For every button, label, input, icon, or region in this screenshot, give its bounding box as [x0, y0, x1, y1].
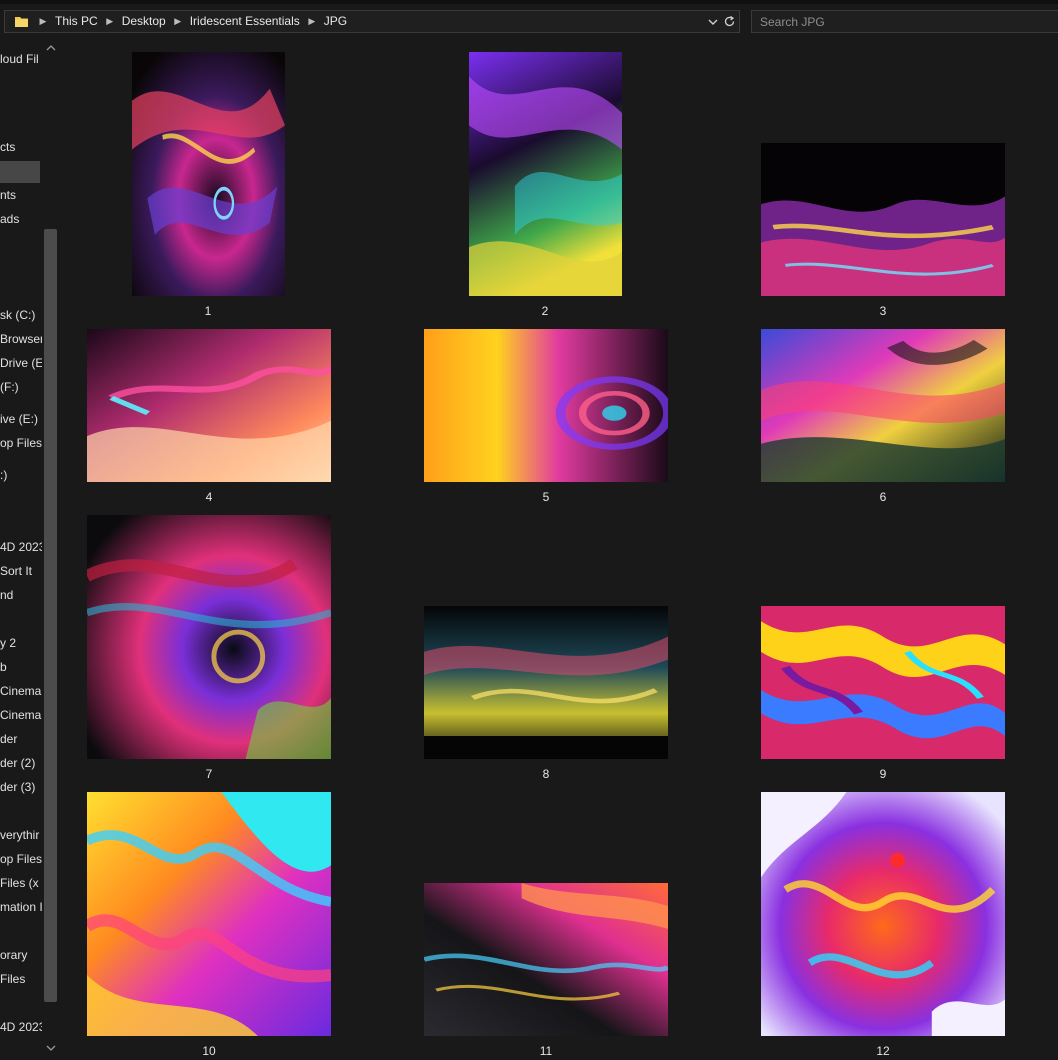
chevron-down-icon[interactable]: [707, 16, 719, 28]
file-name: 1: [204, 304, 212, 318]
file-tile[interactable]: 8: [424, 606, 668, 781]
image-thumbnail[interactable]: [761, 143, 1005, 296]
image-thumbnail[interactable]: [87, 329, 331, 482]
nav-item-folder[interactable]: der: [0, 728, 17, 750]
file-name: 7: [205, 767, 213, 781]
scroll-up-arrow-icon[interactable]: [46, 44, 56, 52]
file-tile[interactable]: 1: [132, 52, 285, 318]
nav-item-desktop-files-2[interactable]: op Files: [0, 848, 42, 870]
file-name: 6: [879, 490, 887, 504]
file-tile[interactable]: 7: [87, 515, 331, 781]
nav-item-animation[interactable]: mation I: [0, 896, 43, 918]
nav-item-drive-f[interactable]: (F:): [0, 376, 19, 398]
file-name: 12: [876, 1044, 890, 1058]
nav-item-local-disk-c[interactable]: sk (C:): [0, 304, 35, 326]
search-box[interactable]: [751, 10, 1058, 33]
nav-item-c4d-2023[interactable]: 4D 2023: [0, 536, 45, 558]
nav-item-folder-2[interactable]: der (2): [0, 752, 35, 774]
scrollbar-thumb[interactable]: [44, 229, 57, 1002]
nav-scrollbar[interactable]: [42, 40, 59, 1060]
breadcrumb: ▶ This PC ▶ Desktop ▶ Iridescent Essenti…: [37, 11, 353, 32]
scroll-down-arrow-icon[interactable]: [46, 1044, 56, 1052]
nav-item-onedrive[interactable]: loud Fil: [0, 48, 39, 70]
navigation-pane: loud Fil cts nts ads sk (C:) Browser Dri…: [0, 40, 59, 1060]
file-name: 2: [541, 304, 549, 318]
file-tile[interactable]: 5: [424, 329, 668, 504]
breadcrumb-jpg[interactable]: JPG: [318, 11, 353, 32]
nav-item-objects[interactable]: cts: [0, 136, 15, 158]
nav-item-browser[interactable]: Browser: [0, 328, 44, 350]
file-tile[interactable]: 4: [87, 329, 331, 504]
nav-item-documents[interactable]: nts: [0, 184, 16, 206]
file-name: 5: [542, 490, 550, 504]
file-name: 8: [542, 767, 550, 781]
file-name: 11: [539, 1044, 553, 1058]
title-strip: [0, 0, 1058, 4]
address-bar[interactable]: ▶ This PC ▶ Desktop ▶ Iridescent Essenti…: [4, 10, 740, 33]
refresh-icon[interactable]: [723, 15, 736, 28]
nav-item-drive-e-2[interactable]: ive (E:): [0, 408, 38, 430]
nav-item-everything[interactable]: verythir: [0, 824, 39, 846]
image-thumbnail[interactable]: [761, 792, 1005, 1036]
file-tile[interactable]: 2: [469, 52, 622, 318]
breadcrumb-this-pc[interactable]: This PC: [49, 11, 104, 32]
file-tile[interactable]: 11: [424, 883, 668, 1058]
image-thumbnail[interactable]: [469, 52, 622, 296]
chevron-right-icon[interactable]: ▶: [172, 11, 184, 32]
breadcrumb-iridescent-essentials[interactable]: Iridescent Essentials: [184, 11, 306, 32]
folder-icon: [15, 17, 28, 27]
image-thumbnail[interactable]: [424, 883, 668, 1036]
nav-item-library[interactable]: orary: [0, 944, 27, 966]
file-name: 3: [879, 304, 887, 318]
image-thumbnail[interactable]: [132, 52, 285, 296]
image-thumbnail[interactable]: [87, 792, 331, 1036]
nav-item-sort-it[interactable]: Sort It: [0, 560, 32, 582]
image-thumbnail[interactable]: [87, 515, 331, 759]
nav-item-drive-e[interactable]: Drive (E:: [0, 352, 47, 374]
address-toolbar: ▶ This PC ▶ Desktop ▶ Iridescent Essenti…: [0, 0, 1058, 40]
file-tile[interactable]: 6: [761, 329, 1005, 504]
chevron-right-icon[interactable]: ▶: [306, 11, 318, 32]
breadcrumb-desktop[interactable]: Desktop: [116, 11, 172, 32]
file-name: 9: [879, 767, 887, 781]
image-thumbnail[interactable]: [761, 606, 1005, 759]
nav-item-c4d-2023-2[interactable]: 4D 2023: [0, 1016, 45, 1038]
file-view: 1 2 3 4 5 6 7 8 9 10 11 12: [59, 40, 1058, 1060]
file-tile[interactable]: 10: [87, 792, 331, 1058]
file-tile[interactable]: 12: [761, 792, 1005, 1058]
nav-item-program-files-x86[interactable]: Files (x: [0, 872, 39, 894]
nav-item-downloads[interactable]: ads: [0, 208, 19, 230]
file-tile[interactable]: 3: [761, 143, 1005, 318]
nav-item-y2[interactable]: y 2: [0, 632, 16, 654]
image-thumbnail[interactable]: [424, 606, 668, 759]
nav-item-selected[interactable]: [0, 161, 40, 183]
chevron-right-icon[interactable]: ▶: [37, 11, 49, 32]
image-thumbnail[interactable]: [761, 329, 1005, 482]
nav-item-desktop-files[interactable]: op Files: [0, 432, 42, 454]
image-thumbnail[interactable]: [424, 329, 668, 482]
nav-item-files[interactable]: Files: [0, 968, 25, 990]
file-tile[interactable]: 9: [761, 606, 1005, 781]
nav-item-b[interactable]: b: [0, 656, 7, 678]
file-name: 10: [202, 1044, 216, 1058]
nav-item-nd[interactable]: nd: [0, 584, 13, 606]
nav-item-drive[interactable]: :): [0, 464, 7, 486]
file-name: 4: [205, 490, 213, 504]
search-input[interactable]: [752, 11, 1058, 32]
chevron-right-icon[interactable]: ▶: [104, 11, 116, 32]
nav-item-folder-3[interactable]: der (3): [0, 776, 35, 798]
